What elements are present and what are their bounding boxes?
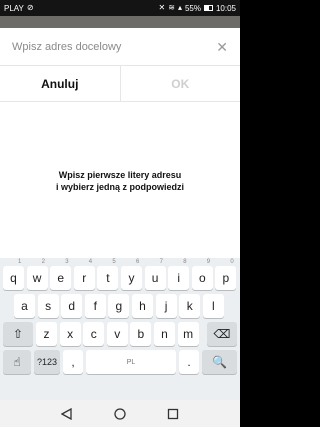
close-icon[interactable]: ✕ bbox=[216, 40, 228, 54]
recents-button[interactable] bbox=[166, 407, 180, 421]
hint-line-1: Wpisz pierwsze litery adresu bbox=[58, 169, 182, 180]
back-button[interactable] bbox=[60, 407, 74, 421]
battery-percent: 55% bbox=[184, 3, 201, 13]
recents-square-icon bbox=[168, 408, 179, 419]
key-m[interactable]: m bbox=[177, 322, 199, 346]
period-key[interactable]: . bbox=[179, 350, 199, 374]
key-hint-number: 7 bbox=[159, 259, 163, 265]
key-hint-number: 9 bbox=[206, 259, 211, 265]
key-c[interactable]: c bbox=[83, 322, 105, 346]
status-bar: PLAY ⊘ ✕ ≋ ▴ 55% 10:05 bbox=[0, 0, 240, 16]
symbols-key[interactable]: ?123 bbox=[34, 350, 60, 374]
mute-icon: ✕ bbox=[158, 3, 166, 12]
clock: 10:05 bbox=[215, 3, 236, 13]
key-hint-number: 1 bbox=[18, 259, 22, 265]
key-hint-number: 2 bbox=[41, 259, 45, 265]
target-icon: ⊘ bbox=[26, 3, 34, 12]
key-h[interactable]: h bbox=[132, 294, 153, 318]
shift-key[interactable]: ⇧ bbox=[3, 322, 33, 346]
keyboard-row-2: asdfghjkl bbox=[0, 294, 240, 320]
home-circle-icon bbox=[114, 407, 126, 420]
key-u[interactable]: u bbox=[144, 266, 166, 290]
key-hint-number: 3 bbox=[65, 259, 69, 265]
key-n[interactable]: n bbox=[154, 322, 175, 346]
destination-address-dialog: Wpisz adres docelowy ✕ Anuluj OK Wpisz p… bbox=[0, 28, 240, 260]
key-g[interactable]: g bbox=[108, 294, 130, 318]
comma-key[interactable]: , bbox=[63, 350, 83, 374]
battery-icon bbox=[203, 5, 213, 11]
search-icon: 🔍 bbox=[212, 355, 227, 369]
key-l[interactable]: l bbox=[202, 294, 224, 318]
hint-text: Wpisz pierwsze litery adresu i wybierz j… bbox=[56, 169, 184, 193]
key-q[interactable]: q bbox=[3, 266, 24, 290]
keyboard-row-3: ⇧ ⌫ zxcvbnm bbox=[0, 322, 240, 348]
navigation-bar bbox=[0, 400, 240, 427]
wifi-icon: ≋ bbox=[168, 3, 175, 12]
key-v[interactable]: v bbox=[106, 322, 128, 346]
address-input[interactable]: Wpisz adres docelowy bbox=[12, 41, 121, 53]
key-w[interactable]: w bbox=[26, 266, 48, 290]
key-hint-number: 8 bbox=[183, 259, 187, 265]
ok-button[interactable]: OK bbox=[121, 66, 241, 101]
key-d[interactable]: d bbox=[61, 294, 83, 318]
hint-line-2: i wybierz jedną z podpowiedzi bbox=[55, 181, 184, 192]
keyboard-row-1: q1w2e3r4t5y6u7i8o9p0 bbox=[0, 259, 240, 292]
key-hint-number: 4 bbox=[88, 259, 93, 265]
back-triangle-icon bbox=[60, 407, 72, 420]
hand-icon: ☝ bbox=[13, 355, 21, 369]
emoji-key[interactable]: ☝ bbox=[3, 350, 31, 374]
home-button[interactable] bbox=[113, 407, 127, 421]
soft-keyboard: q1w2e3r4t5y6u7i8o9p0 asdfghjkl ⇧ ⌫ zxcvb… bbox=[0, 258, 240, 400]
dialog-button-row: Anuluj OK bbox=[0, 66, 240, 102]
carrier-label: PLAY bbox=[4, 3, 24, 13]
space-key[interactable]: PL bbox=[86, 350, 176, 374]
key-i[interactable]: i bbox=[168, 266, 190, 290]
backspace-key[interactable]: ⌫ bbox=[207, 322, 237, 346]
key-j[interactable]: j bbox=[155, 294, 177, 318]
key-t[interactable]: t bbox=[97, 266, 119, 290]
key-hint-number: 6 bbox=[136, 259, 140, 265]
key-e[interactable]: e bbox=[50, 266, 72, 290]
keyboard-row-4: ☝ ?123 , PL . 🔍 bbox=[0, 350, 240, 376]
key-k[interactable]: k bbox=[179, 294, 201, 318]
key-b[interactable]: b bbox=[130, 322, 152, 346]
key-hint-number: 5 bbox=[112, 259, 116, 265]
key-s[interactable]: s bbox=[37, 294, 59, 318]
key-x[interactable]: x bbox=[59, 322, 81, 346]
key-y[interactable]: y bbox=[121, 266, 142, 290]
key-hint-number: 0 bbox=[230, 259, 234, 265]
cancel-button[interactable]: Anuluj bbox=[0, 66, 121, 101]
key-p[interactable]: p bbox=[215, 266, 237, 290]
signal-icon: ▴ bbox=[177, 3, 182, 12]
key-f[interactable]: f bbox=[84, 294, 106, 318]
key-z[interactable]: z bbox=[36, 322, 57, 346]
key-a[interactable]: a bbox=[14, 294, 35, 318]
key-o[interactable]: o bbox=[191, 266, 213, 290]
dialog-body: Wpisz pierwsze litery adresu i wybierz j… bbox=[0, 102, 240, 259]
enter-key[interactable]: 🔍 bbox=[202, 350, 237, 374]
dialog-header: Wpisz adres docelowy ✕ bbox=[0, 28, 240, 66]
key-r[interactable]: r bbox=[73, 266, 95, 290]
